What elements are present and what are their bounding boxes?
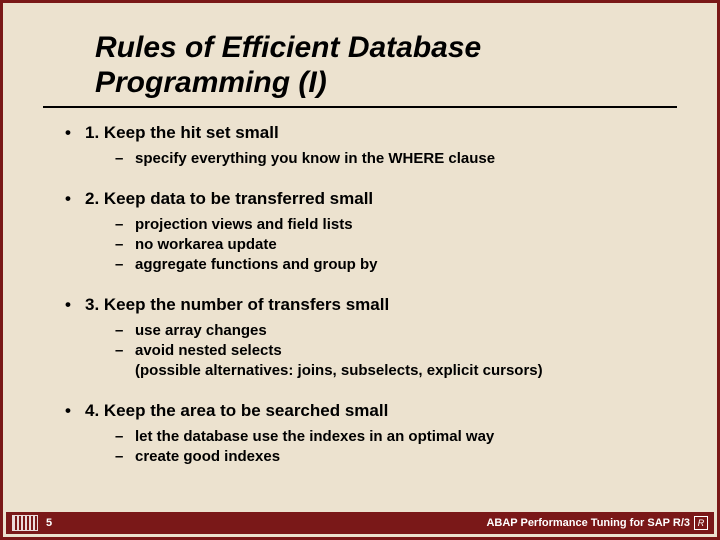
sub-bullet: let the database use the indexes in an o…	[43, 427, 677, 447]
footer-right-text: ABAP Performance Tuning for SAP R/3	[486, 517, 690, 529]
sub-bullet: no workarea update	[43, 235, 677, 255]
page-number: 5	[46, 517, 52, 529]
footer-right-icon: R	[694, 516, 708, 530]
sub-bullet: specify everything you know in the WHERE…	[43, 149, 677, 169]
slide-body: Rules of Efficient Database Programming …	[3, 3, 717, 467]
bullet-list: 1. Keep the hit set small specify everyt…	[43, 122, 677, 467]
sub-bullet: use array changes	[43, 321, 677, 341]
footer-bar: 5 ABAP Performance Tuning for SAP R/3 R	[6, 512, 714, 534]
bullet-4: 4. Keep the area to be searched small	[43, 400, 677, 421]
sub-bullet: aggregate functions and group by	[43, 255, 677, 275]
bullet-3: 3. Keep the number of transfers small	[43, 294, 677, 315]
sub-bullet: avoid nested selects (possible alternati…	[43, 341, 677, 382]
footer-left-icon	[12, 515, 38, 531]
bullet-2: 2. Keep data to be transferred small	[43, 188, 677, 209]
sub-bullet: create good indexes	[43, 447, 677, 467]
title-underline	[43, 106, 677, 108]
sub-bullet: projection views and field lists	[43, 215, 677, 235]
slide-title: Rules of Efficient Database Programming …	[95, 31, 677, 100]
bullet-1: 1. Keep the hit set small	[43, 122, 677, 143]
